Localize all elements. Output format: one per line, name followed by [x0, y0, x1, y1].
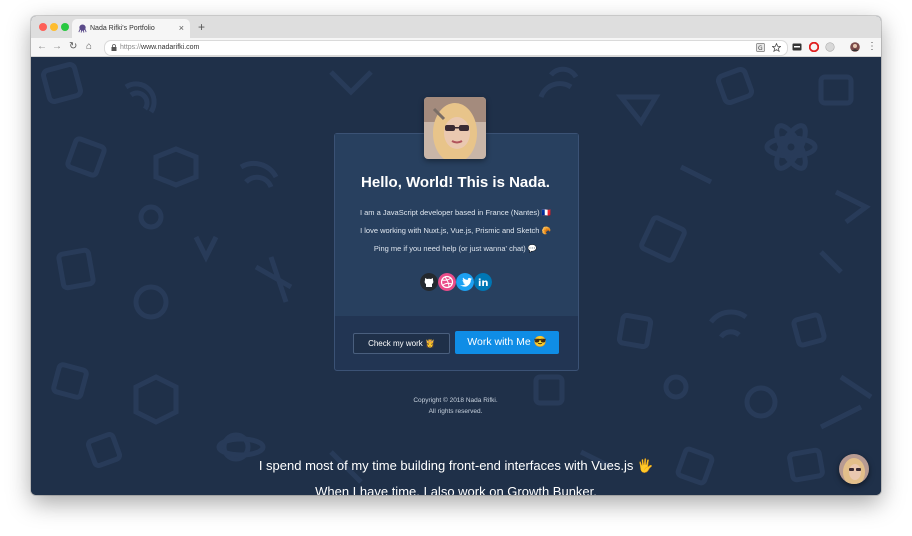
tab-bar: Nada Rifki's Portfolio × +: [31, 16, 881, 38]
page-viewport: Hello, World! This is Nada. I am a JavaS…: [31, 57, 881, 495]
intro-card-header: [335, 134, 578, 316]
extension-icon[interactable]: [792, 42, 802, 52]
profile-avatar[interactable]: [850, 42, 860, 52]
extension-icon[interactable]: [825, 42, 835, 52]
url-host: www.nadarifki.com: [141, 44, 200, 51]
browser-menu-icon[interactable]: ⋮: [867, 41, 877, 53]
linkedin-label: in: [478, 278, 489, 289]
close-window-button[interactable]: [39, 23, 47, 31]
profile-photo-image: [424, 97, 486, 159]
url-scheme: https://: [120, 44, 142, 51]
twitter-icon[interactable]: [456, 273, 474, 291]
translate-icon[interactable]: G: [756, 43, 765, 52]
copyright-text: Copyright © 2018 Nada Rifki.: [413, 397, 498, 404]
opera-icon[interactable]: [809, 42, 819, 52]
maximize-window-button[interactable]: [61, 23, 69, 31]
chat-avatar-image: [839, 454, 869, 484]
page-title: Hello, World! This is Nada.: [361, 174, 550, 191]
bio-line-location: I am a JavaScript developer based in Fra…: [359, 208, 552, 217]
check-my-work-button[interactable]: Check my work 👸: [353, 333, 450, 354]
browser-toolbar: ← → ↻ ⌂ https://www.nadarifki.com G ⋮: [31, 38, 881, 57]
svg-text:G: G: [758, 45, 763, 52]
profile-photo: [424, 97, 486, 159]
linkedin-icon[interactable]: in: [474, 273, 492, 291]
rights-text: All rights reserved.: [428, 408, 483, 415]
home-button[interactable]: ⌂: [86, 41, 92, 53]
tagline-line-1: I spend most of my time building front-e…: [258, 458, 654, 473]
forward-button[interactable]: →: [52, 41, 62, 53]
octopus-icon: [78, 24, 87, 33]
minimize-window-button[interactable]: [50, 23, 58, 31]
star-icon[interactable]: [772, 43, 781, 52]
new-tab-button[interactable]: +: [198, 19, 205, 35]
bio-line-stack: I love working with Nuxt.js, Vue.js, Pri…: [360, 226, 551, 235]
url-text: https://www.nadarifki.com: [120, 41, 199, 55]
work-with-me-button[interactable]: Work with Me 😎: [455, 331, 559, 354]
address-bar[interactable]: https://www.nadarifki.com G: [104, 40, 788, 56]
bio-line-contact: Ping me if you need help (or just wanna'…: [373, 244, 538, 253]
close-tab-icon[interactable]: ×: [179, 19, 184, 38]
back-button[interactable]: ←: [37, 41, 47, 53]
github-icon[interactable]: [420, 273, 438, 291]
tab-title: Nada Rifki's Portfolio: [90, 25, 155, 32]
dribbble-icon[interactable]: [438, 273, 456, 291]
lock-icon: [111, 44, 117, 51]
chat-avatar[interactable]: [839, 454, 869, 484]
reload-button[interactable]: ↻: [69, 41, 77, 53]
tagline-line-2: When I have time, I also work on Growth …: [315, 484, 597, 495]
browser-window: Nada Rifki's Portfolio × + ← → ↻ ⌂ https…: [31, 16, 881, 495]
browser-tab[interactable]: Nada Rifki's Portfolio ×: [72, 19, 190, 38]
